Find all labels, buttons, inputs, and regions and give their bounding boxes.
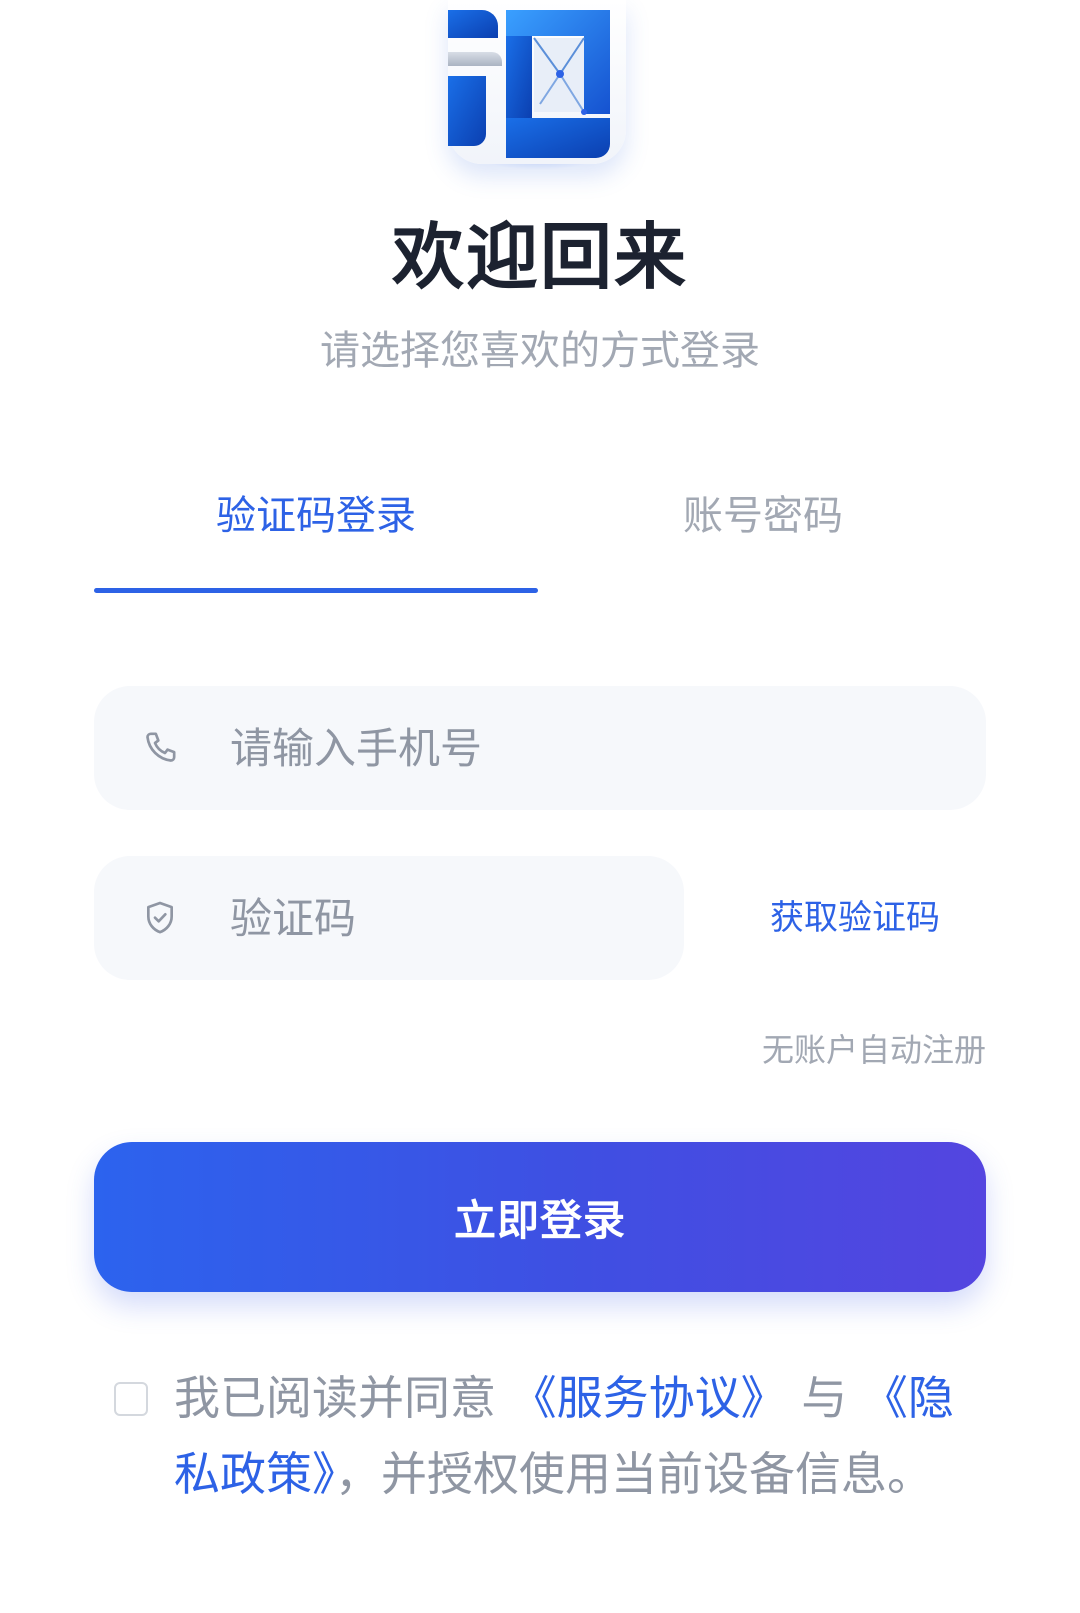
service-agreement-link[interactable]: 《服务协议》 [511, 1371, 787, 1425]
app-logo [448, 0, 626, 172]
phone-icon [140, 728, 180, 768]
auto-register-hint: 无账户自动注册 [761, 1031, 986, 1069]
shield-check-icon [140, 898, 180, 938]
agreement-text: 我已阅读并同意 《服务协议》 与 《隐私政策》，并授权使用当前设备信息。 [174, 1360, 964, 1512]
phone-input[interactable] [230, 708, 950, 788]
verification-code-input[interactable] [230, 878, 650, 958]
get-code-button[interactable]: 获取验证码 [740, 896, 970, 940]
logo-mark [448, 10, 610, 158]
login-button[interactable]: 立即登录 [94, 1142, 986, 1292]
page-title: 欢迎回来 [391, 215, 688, 299]
agreement-conjunction: 与 [801, 1371, 848, 1425]
phone-field[interactable] [94, 686, 986, 810]
logo-tile [448, 0, 626, 164]
agreement-prefix: 我已阅读并同意 [174, 1371, 496, 1425]
page-subtitle: 请选择您喜欢的方式登录 [320, 328, 760, 374]
active-tab-indicator [94, 588, 538, 593]
tab-password-login[interactable]: 账号密码 [540, 490, 986, 542]
verification-code-field[interactable] [94, 856, 684, 980]
tab-sms-login[interactable]: 验证码登录 [94, 490, 538, 542]
agreement-checkbox[interactable] [114, 1382, 148, 1416]
agreement-suffix: ，并授权使用当前设备信息。 [335, 1447, 933, 1501]
